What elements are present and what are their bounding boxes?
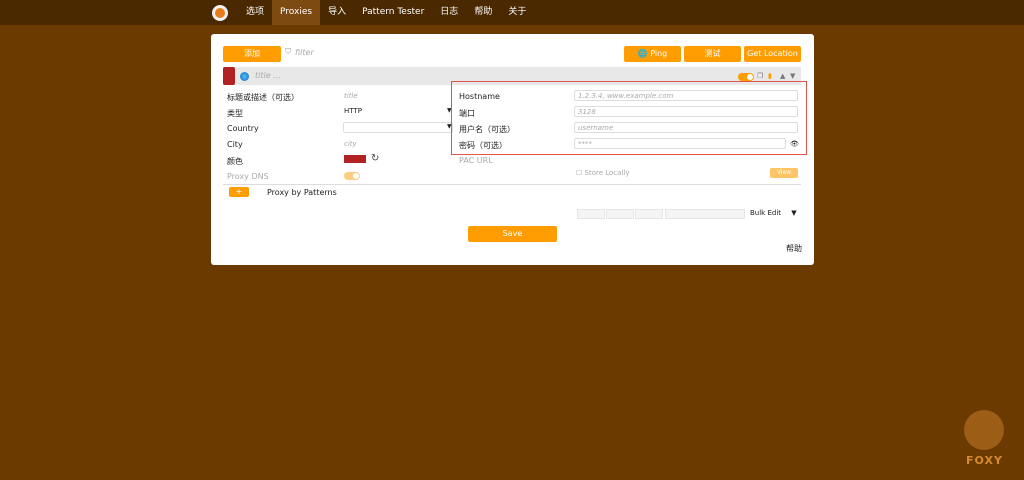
copy-icon[interactable]: ❐ [757, 72, 763, 80]
nav-options[interactable]: 选项 [238, 0, 272, 25]
filter-input[interactable]: filter [295, 46, 625, 60]
test-button[interactable]: 测试 [684, 46, 741, 62]
globe-icon: 🌐 [637, 49, 648, 58]
chevron-down-icon: ▼ [791, 209, 797, 217]
nav-about[interactable]: 关于 [500, 0, 534, 25]
get-location-button[interactable]: Get Location [744, 46, 801, 62]
move-down-icon[interactable]: ▼ [790, 72, 795, 80]
refresh-icon[interactable]: ↻ [371, 153, 379, 164]
nav-proxies[interactable]: Proxies [272, 0, 321, 25]
fox-watermark-icon [964, 410, 1004, 450]
highlight-rectangle [451, 81, 807, 155]
delete-icon[interactable]: ▮ [768, 72, 772, 80]
filter-icon: ⛉ [285, 47, 291, 56]
nav-import[interactable]: 导入 [320, 0, 354, 25]
proxy-dns-label: Proxy DNS [227, 172, 269, 181]
add-proxy-button[interactable]: 添加 [223, 46, 281, 62]
country-label: Country [227, 124, 259, 133]
foxy-watermark: FOXY [960, 410, 1008, 470]
proxy-title-input[interactable]: title ... [255, 71, 281, 80]
divider [223, 184, 801, 185]
pac-url-label: PAC URL [459, 156, 493, 165]
type-select[interactable]: HTTP [344, 107, 362, 115]
proxy-color-strip [223, 67, 235, 85]
color-swatch[interactable] [344, 155, 366, 163]
country-select[interactable] [343, 122, 453, 133]
save-button[interactable]: Save [468, 226, 557, 242]
help-link[interactable]: 帮助 [786, 243, 802, 254]
globe-icon [240, 72, 249, 81]
bottom-field-2[interactable] [606, 209, 634, 219]
proxy-dns-toggle[interactable] [344, 172, 360, 180]
title-label: 标题或描述（可选） [227, 93, 299, 102]
main-nav: 选项 Proxies 导入 Pattern Tester 日志 帮助 关于 [212, 0, 534, 25]
city-input[interactable]: city [344, 140, 357, 148]
view-button[interactable]: View [770, 168, 798, 178]
bottom-field-1[interactable] [577, 209, 605, 219]
add-pattern-button[interactable]: + [229, 187, 249, 197]
city-label: City [227, 140, 243, 149]
proxy-enable-toggle[interactable] [738, 73, 754, 81]
nav-help[interactable]: 帮助 [466, 0, 500, 25]
fox-logo-icon [212, 4, 228, 21]
move-up-icon[interactable]: ▲ [780, 72, 785, 80]
bottom-field-3[interactable] [635, 209, 663, 219]
title-input[interactable]: title [344, 92, 358, 100]
bottom-field-4[interactable] [665, 209, 745, 219]
nav-pattern-tester[interactable]: Pattern Tester [354, 0, 432, 25]
bulk-edit-select[interactable]: Bulk Edit ▼ [750, 209, 797, 217]
store-locally-checkbox[interactable]: ☐ Store Locally [576, 169, 629, 177]
watermark-text: FOXY [966, 454, 1003, 467]
type-label: 类型 [227, 109, 243, 118]
nav-log[interactable]: 日志 [432, 0, 466, 25]
proxy-by-patterns-label: Proxy by Patterns [267, 188, 337, 197]
color-label: 颜色 [227, 157, 243, 166]
ping-button[interactable]: 🌐 Ping [624, 46, 681, 62]
